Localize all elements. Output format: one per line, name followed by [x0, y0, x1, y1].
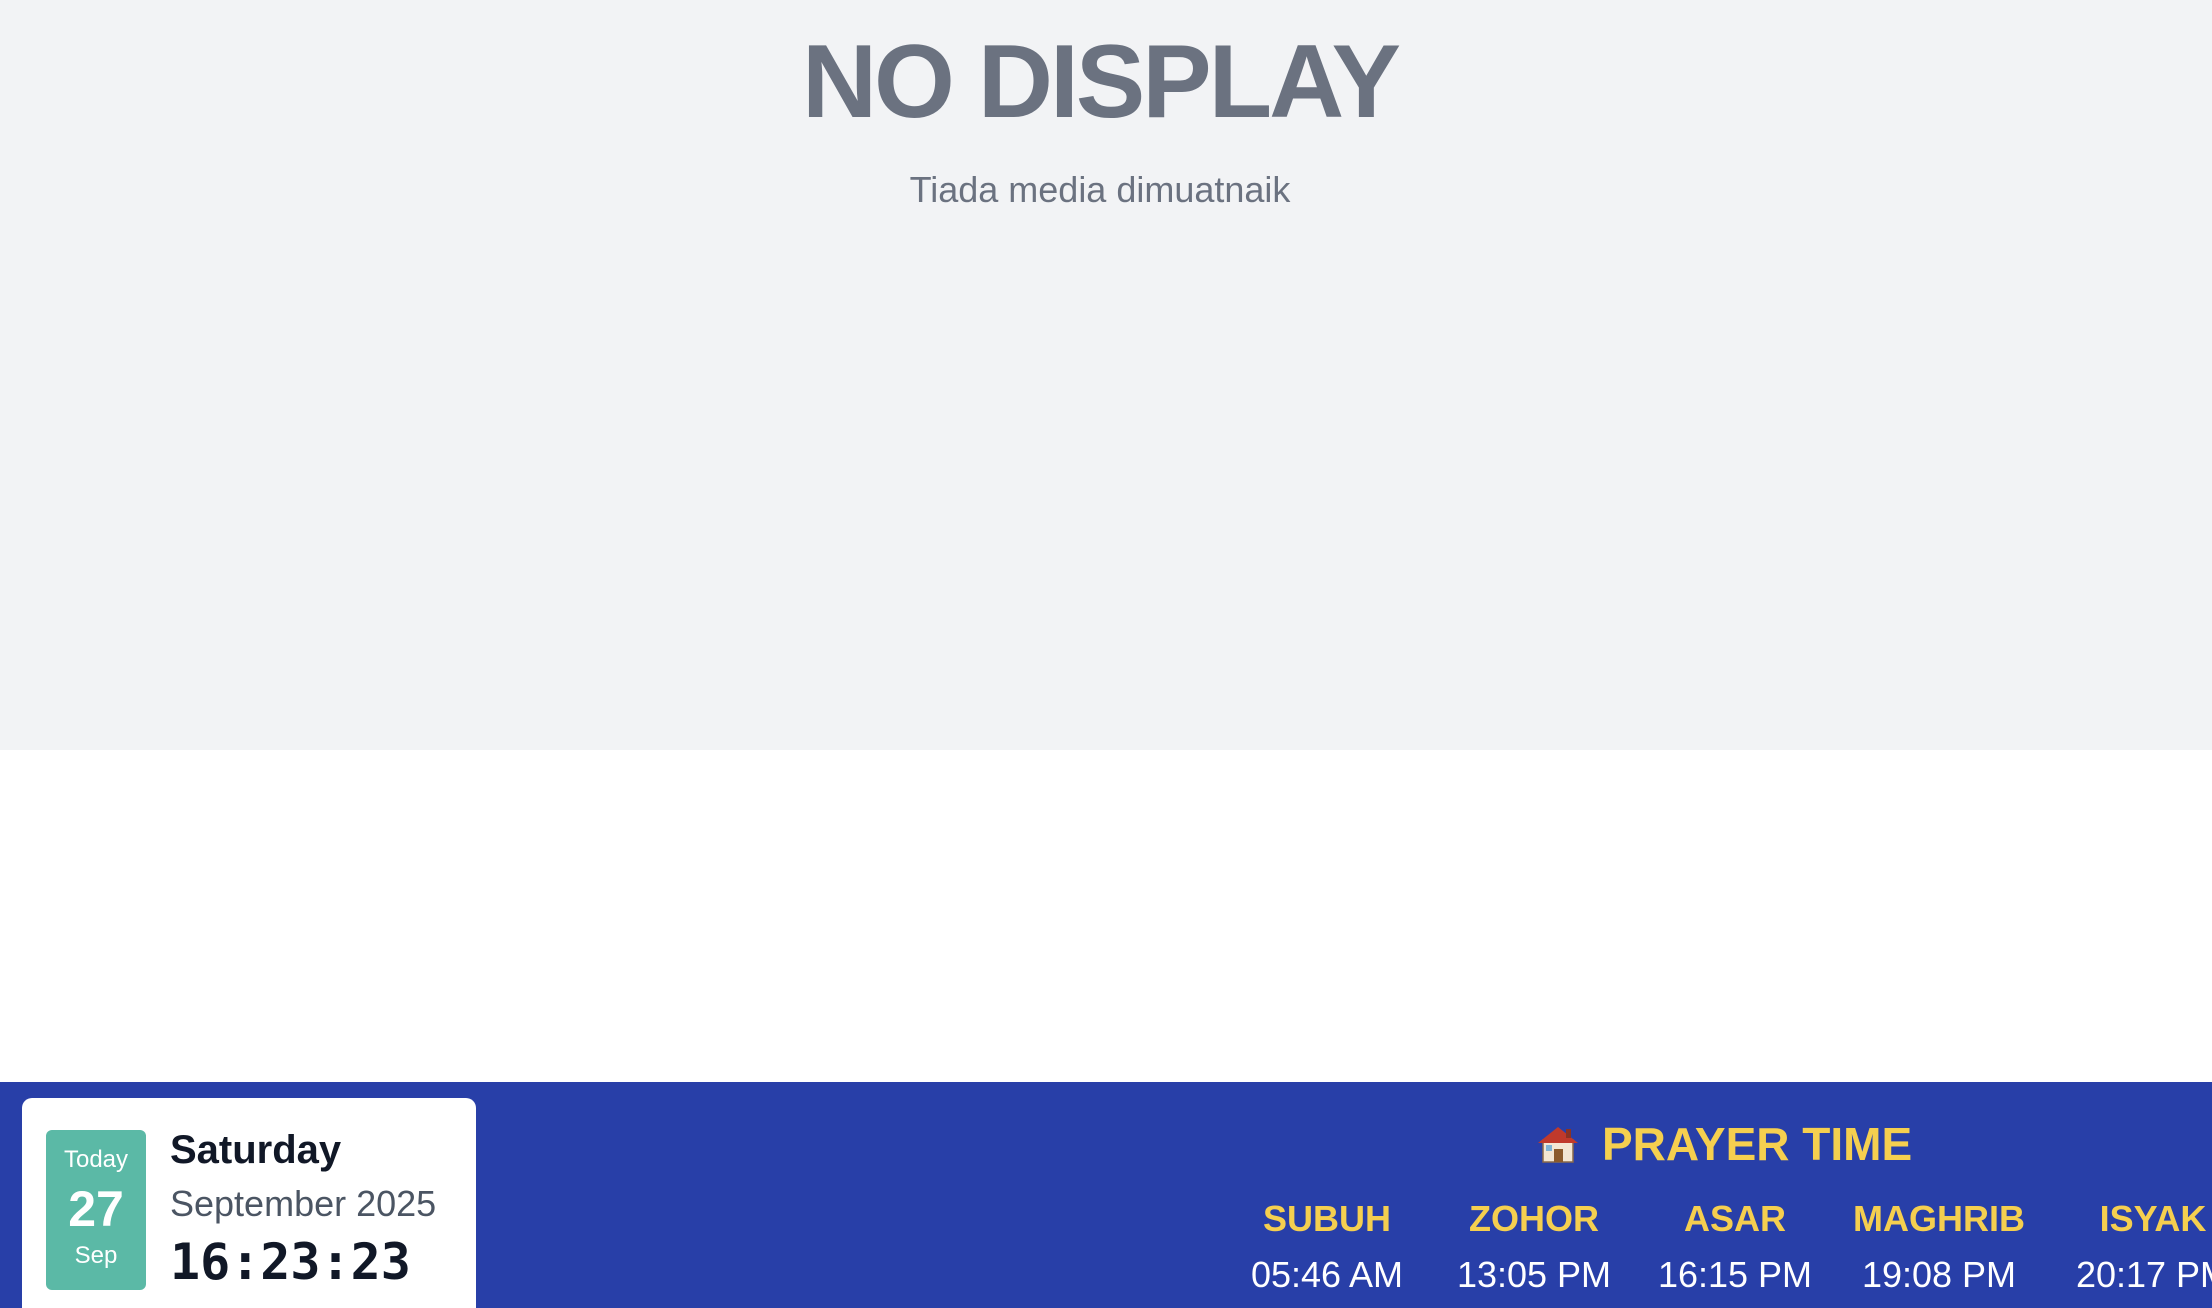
prayer-time: 16:15 PM: [1657, 1254, 1813, 1295]
prayer-name: ASAR: [1683, 1198, 1786, 1239]
prayer-item-maghrib: MAGHRIB 19:08 PM: [1849, 1198, 2029, 1296]
badge-today-label: Today: [63, 1146, 129, 1173]
prayer-item-subuh: SUBUH 05:46 AM: [1242, 1198, 1412, 1296]
house-icon: [1536, 1120, 1580, 1163]
prayer-time: 19:08 PM: [1861, 1254, 2017, 1295]
prayer-item-asar: ASAR 16:15 PM: [1650, 1198, 1820, 1296]
prayer-time: 05:46 AM: [1250, 1254, 1404, 1295]
blank-area: [0, 750, 2212, 1082]
prayer-name: SUBUH: [1262, 1198, 1391, 1239]
weekday-label: Saturday: [170, 1128, 342, 1172]
prayer-time: 13:05 PM: [1456, 1254, 1612, 1295]
prayer-item-zohor: ZOHOR 13:05 PM: [1449, 1198, 1619, 1296]
month-year-label: September 2025: [170, 1183, 437, 1224]
prayer-name: ZOHOR: [1469, 1198, 1599, 1239]
clock-time: 16:23:23: [170, 1233, 411, 1291]
no-display-subtitle: Tiada media dimuatnaik: [909, 169, 1291, 210]
prayer-item-isyak: ISYAK 20:17 PM: [2068, 1198, 2212, 1296]
prayer-time: 20:17 PM: [2075, 1254, 2212, 1295]
prayer-time-header: PRAYER TIME: [1536, 1116, 1912, 1172]
no-display-title: NO DISPLAY: [801, 24, 1401, 140]
date-badge: Today 27 Sep: [46, 1130, 146, 1290]
date-card: Today 27 Sep Saturday September 2025 16:…: [22, 1098, 476, 1308]
media-display-area: NO DISPLAY Tiada media dimuatnaik: [0, 0, 2212, 750]
prayer-time-title: PRAYER TIME: [1602, 1118, 1913, 1170]
badge-day-number: 27: [68, 1181, 124, 1237]
prayer-name: ISYAK: [2099, 1198, 2207, 1239]
bottom-info-bar: Today 27 Sep Saturday September 2025 16:…: [0, 1082, 2212, 1308]
prayer-name: MAGHRIB: [1853, 1198, 2025, 1239]
badge-month: Sep: [74, 1242, 118, 1269]
